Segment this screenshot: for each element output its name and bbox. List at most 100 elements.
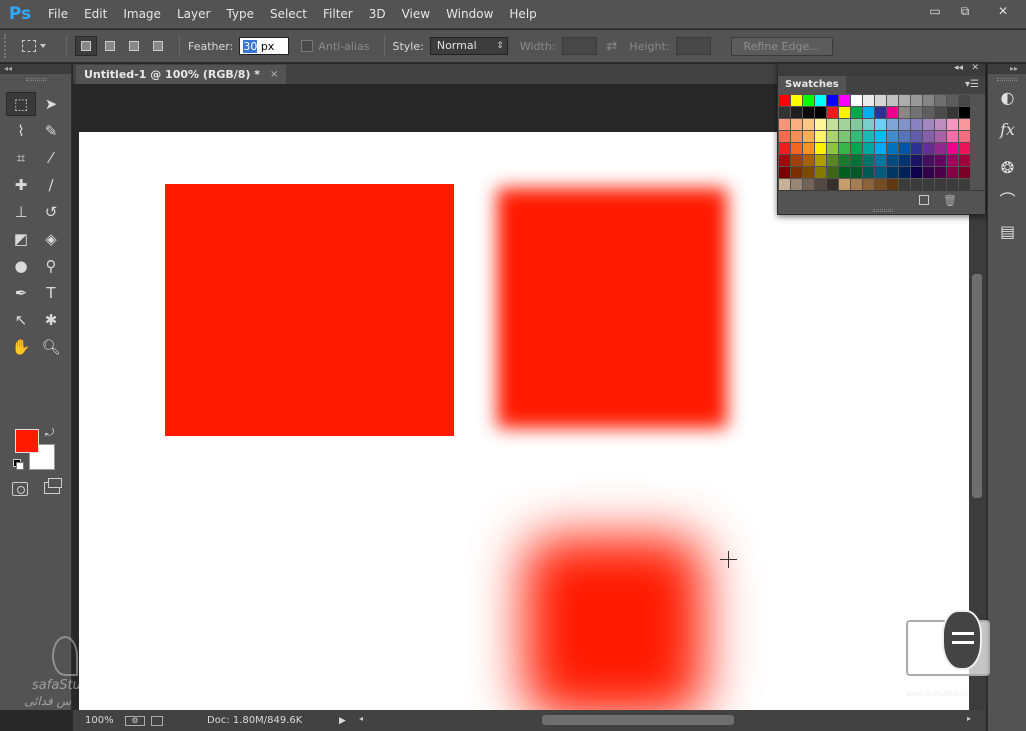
- swatch-cell[interactable]: [851, 95, 862, 106]
- menu-type[interactable]: Type: [218, 0, 262, 29]
- vertical-scroll-thumb[interactable]: [972, 274, 982, 498]
- options-bar-grip[interactable]: [4, 34, 12, 58]
- swatch-cell[interactable]: [923, 179, 934, 190]
- screen-mode-icon[interactable]: [44, 478, 62, 494]
- swatch-cell[interactable]: [827, 131, 838, 142]
- swatch-cell[interactable]: [959, 167, 970, 178]
- swatch-cell[interactable]: [875, 167, 886, 178]
- style-select[interactable]: Normal: [429, 37, 508, 55]
- menu-select[interactable]: Select: [262, 0, 315, 29]
- swatch-cell[interactable]: [779, 107, 790, 118]
- height-input[interactable]: [675, 37, 711, 55]
- swatch-cell[interactable]: [947, 155, 958, 166]
- canvas[interactable]: [79, 132, 969, 712]
- swatch-cell[interactable]: [863, 131, 874, 142]
- crop-tool-icon[interactable]: ⌗: [6, 146, 36, 170]
- swatch-cell[interactable]: [779, 119, 790, 130]
- swap-dimensions-icon[interactable]: ⇄: [607, 39, 618, 54]
- swatch-cell[interactable]: [815, 119, 826, 130]
- menu-image[interactable]: Image: [115, 0, 169, 29]
- swatch-cell[interactable]: [851, 143, 862, 154]
- scroll-right-icon[interactable]: ▸: [967, 714, 971, 723]
- swatch-cell[interactable]: [899, 95, 910, 106]
- swatch-cell[interactable]: [875, 131, 886, 142]
- swatch-cell[interactable]: [935, 131, 946, 142]
- quick-selection-tool-icon[interactable]: ✎: [36, 119, 66, 143]
- swatch-cell[interactable]: [887, 167, 898, 178]
- swatch-cell[interactable]: [935, 119, 946, 130]
- swatch-cell[interactable]: [839, 119, 850, 130]
- type-tool-icon[interactable]: T: [36, 281, 66, 305]
- move-tool-icon[interactable]: ➤: [36, 92, 66, 116]
- menu-3d[interactable]: 3D: [361, 0, 394, 29]
- swatch-cell[interactable]: [779, 155, 790, 166]
- document-tab[interactable]: Untitled-1 @ 100% (RGB/8) * ×: [76, 65, 287, 84]
- swatch-cell[interactable]: [863, 155, 874, 166]
- swatch-cell[interactable]: [935, 95, 946, 106]
- swatch-cell[interactable]: [923, 155, 934, 166]
- swatch-cell[interactable]: [803, 95, 814, 106]
- swatch-cell[interactable]: [803, 155, 814, 166]
- swatch-cell[interactable]: [923, 167, 934, 178]
- swatch-cell[interactable]: [887, 155, 898, 166]
- swatch-cell[interactable]: [923, 143, 934, 154]
- swatch-cell[interactable]: [899, 155, 910, 166]
- swatch-cell[interactable]: [959, 143, 970, 154]
- swatch-cell[interactable]: [947, 143, 958, 154]
- swatch-cell[interactable]: [791, 131, 802, 142]
- swatch-cell[interactable]: [959, 95, 970, 106]
- swatch-cell[interactable]: [887, 179, 898, 190]
- swatch-cell[interactable]: [911, 107, 922, 118]
- swatch-cell[interactable]: [923, 131, 934, 142]
- swatch-cell[interactable]: [875, 95, 886, 106]
- restore-button[interactable]: ⧉: [950, 0, 980, 22]
- swatch-cell[interactable]: [827, 179, 838, 190]
- menu-help[interactable]: Help: [501, 0, 544, 29]
- adjustments-icon[interactable]: ◐: [988, 81, 1026, 113]
- swatch-cell[interactable]: [911, 119, 922, 130]
- tools-panel-header[interactable]: ◂◂: [0, 64, 71, 74]
- foreground-color-swatch[interactable]: [15, 429, 39, 453]
- swatch-cell[interactable]: [791, 107, 802, 118]
- status-menu-arrow-icon[interactable]: ▶: [339, 716, 346, 726]
- quick-mask-icon[interactable]: [12, 482, 28, 496]
- width-input[interactable]: [561, 37, 597, 55]
- close-panel-icon[interactable]: ✕: [971, 63, 979, 73]
- swatch-cell[interactable]: [791, 155, 802, 166]
- swatch-cell[interactable]: [791, 95, 802, 106]
- swatch-cell[interactable]: [947, 131, 958, 142]
- swatch-cell[interactable]: [959, 119, 970, 130]
- pen-tool-icon[interactable]: ✒: [6, 281, 36, 305]
- swatch-cell[interactable]: [827, 155, 838, 166]
- dodge-tool-icon[interactable]: ⚲: [36, 254, 66, 278]
- swatch-cell[interactable]: [959, 155, 970, 166]
- swatch-cell[interactable]: [827, 95, 838, 106]
- swatch-cell[interactable]: [887, 119, 898, 130]
- menu-file[interactable]: File: [40, 0, 76, 29]
- swatch-cell[interactable]: [863, 107, 874, 118]
- horizontal-scrollbar[interactable]: ◂ ▸: [359, 714, 971, 727]
- swatch-cell[interactable]: [863, 95, 874, 106]
- swatch-cell[interactable]: [959, 179, 970, 190]
- layers-icon[interactable]: ▤: [988, 215, 1026, 247]
- swatch-cell[interactable]: [839, 131, 850, 142]
- paint-bucket-tool-icon[interactable]: ◈: [36, 227, 66, 251]
- paths-icon[interactable]: ⌒: [988, 183, 1026, 215]
- default-colors-icon[interactable]: [13, 459, 24, 470]
- new-swatch-icon[interactable]: [919, 195, 929, 205]
- swatch-cell[interactable]: [779, 131, 790, 142]
- swatch-cell[interactable]: [851, 119, 862, 130]
- swatch-cell[interactable]: [815, 107, 826, 118]
- close-tab-icon[interactable]: ×: [270, 65, 278, 84]
- swatch-cell[interactable]: [839, 155, 850, 166]
- history-brush-tool-icon[interactable]: ↺: [36, 200, 66, 224]
- swatch-cell[interactable]: [947, 119, 958, 130]
- swatch-cell[interactable]: [779, 167, 790, 178]
- swatch-cell[interactable]: [887, 143, 898, 154]
- swatch-cell[interactable]: [899, 167, 910, 178]
- swap-colors-icon[interactable]: ⤾: [45, 426, 54, 440]
- swatch-cell[interactable]: [791, 143, 802, 154]
- swatch-cell[interactable]: [959, 131, 970, 142]
- swatch-cell[interactable]: [851, 107, 862, 118]
- right-dock-header[interactable]: ▸▸: [988, 64, 1026, 74]
